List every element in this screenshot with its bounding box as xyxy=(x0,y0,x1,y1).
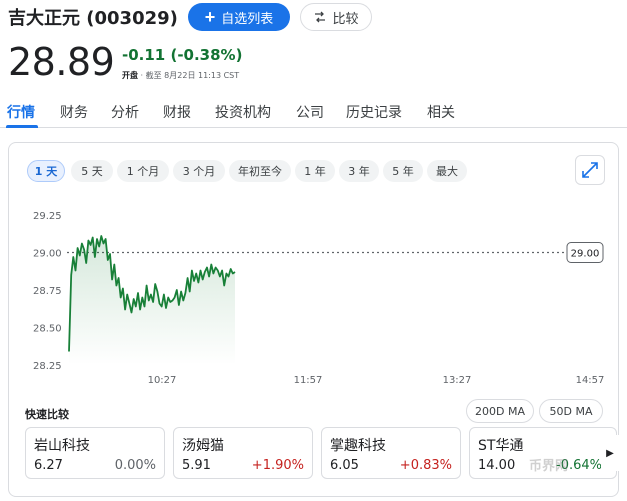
y-tick-label: 28.25 xyxy=(33,361,62,372)
watermark: 币界网 xyxy=(529,459,569,474)
tab-history[interactable]: 历史记录 xyxy=(346,102,402,122)
tab-analysis[interactable]: 分析 xyxy=(111,102,139,122)
compare-stock-name: 岩山科技 xyxy=(34,438,90,454)
tab-company[interactable]: 公司 xyxy=(296,102,324,122)
tab-quote[interactable]: 行情 xyxy=(7,102,35,122)
chevron-right-icon: ▶ xyxy=(606,447,614,459)
y-tick-label: 28.75 xyxy=(33,286,62,297)
current-price: 28.89 xyxy=(8,40,115,84)
tab-earnings[interactable]: 财报 xyxy=(163,102,191,122)
y-tick-label: 29.25 xyxy=(33,211,62,222)
tab-financials[interactable]: 财务 xyxy=(60,102,88,122)
chart-card: 1 天 5 天 1 个月 3 个月 年初至今 1 年 3 年 5 年 最大 29… xyxy=(8,142,619,497)
plus-icon: + xyxy=(204,7,216,27)
compare-card[interactable]: 岩山科技 6.27 0.00% xyxy=(25,427,165,479)
x-tick-label: 11:57 xyxy=(294,375,323,386)
tab-related[interactable]: 相关 xyxy=(427,102,455,122)
compare-stock-change: 0.00% xyxy=(114,458,156,473)
x-tick-label: 14:57 xyxy=(576,375,605,386)
scroll-next-button[interactable]: ▶ xyxy=(601,435,619,471)
y-tick-label: 29.00 xyxy=(33,249,62,260)
ma-50d-button[interactable]: 50D MA xyxy=(539,399,603,423)
compare-stock-change: +1.90% xyxy=(251,458,304,473)
section-tabs: 行情 财务 分析 财报 投资机构 公司 历史记录 相关 xyxy=(0,100,627,128)
price-change: -0.11 (-0.38%) xyxy=(122,46,243,64)
compare-card[interactable]: 汤姆猫 5.91 +1.90% xyxy=(173,427,313,479)
compare-arrows-icon xyxy=(315,11,326,23)
price-chart[interactable]: 29.25 29.00 28.75 28.50 28.25 10:27 11:57 13:2… xyxy=(9,143,620,393)
x-tick-label: 10:27 xyxy=(148,375,177,386)
compare-button[interactable]: 比较 xyxy=(300,3,372,31)
tab-institutions[interactable]: 投资机构 xyxy=(215,102,271,122)
compare-stock-price: 6.27 xyxy=(34,458,63,473)
compare-stock-name: 汤姆猫 xyxy=(182,438,224,454)
stock-header: 吉大正元 (003029) xyxy=(8,4,178,30)
watchlist-label: 自选列表 xyxy=(221,10,274,26)
quick-compare-title: 快速比较 xyxy=(25,408,69,421)
y-tick-label: 28.50 xyxy=(33,324,62,335)
market-status: 开盘 xyxy=(122,71,138,80)
previous-close-badge: 29.00 xyxy=(566,242,604,263)
compare-stock-price: 6.05 xyxy=(330,458,359,473)
stock-name: 吉大正元 (003029) xyxy=(8,8,178,29)
market-info: 开盘 · 截至 8月22日 11:13 CST xyxy=(122,71,240,80)
compare-stock-name: 掌趣科技 xyxy=(330,438,386,454)
compare-stock-price: 5.91 xyxy=(182,458,211,473)
as-of-time: 截至 8月22日 11:13 CST xyxy=(145,71,240,80)
compare-stock-change: +0.83% xyxy=(399,458,452,473)
previous-close-label: 29.00 xyxy=(571,249,600,260)
compare-card[interactable]: 掌趣科技 6.05 +0.83% xyxy=(321,427,461,479)
compare-stock-price: 14.00 xyxy=(478,458,516,473)
active-tab-indicator xyxy=(6,125,38,128)
compare-stock-name: ST华通 xyxy=(478,438,524,454)
x-tick-label: 13:27 xyxy=(443,375,472,386)
ma-200d-button[interactable]: 200D MA xyxy=(466,399,534,423)
add-to-watchlist-button[interactable]: + 自选列表 xyxy=(188,3,290,31)
compare-label: 比较 xyxy=(332,10,359,26)
